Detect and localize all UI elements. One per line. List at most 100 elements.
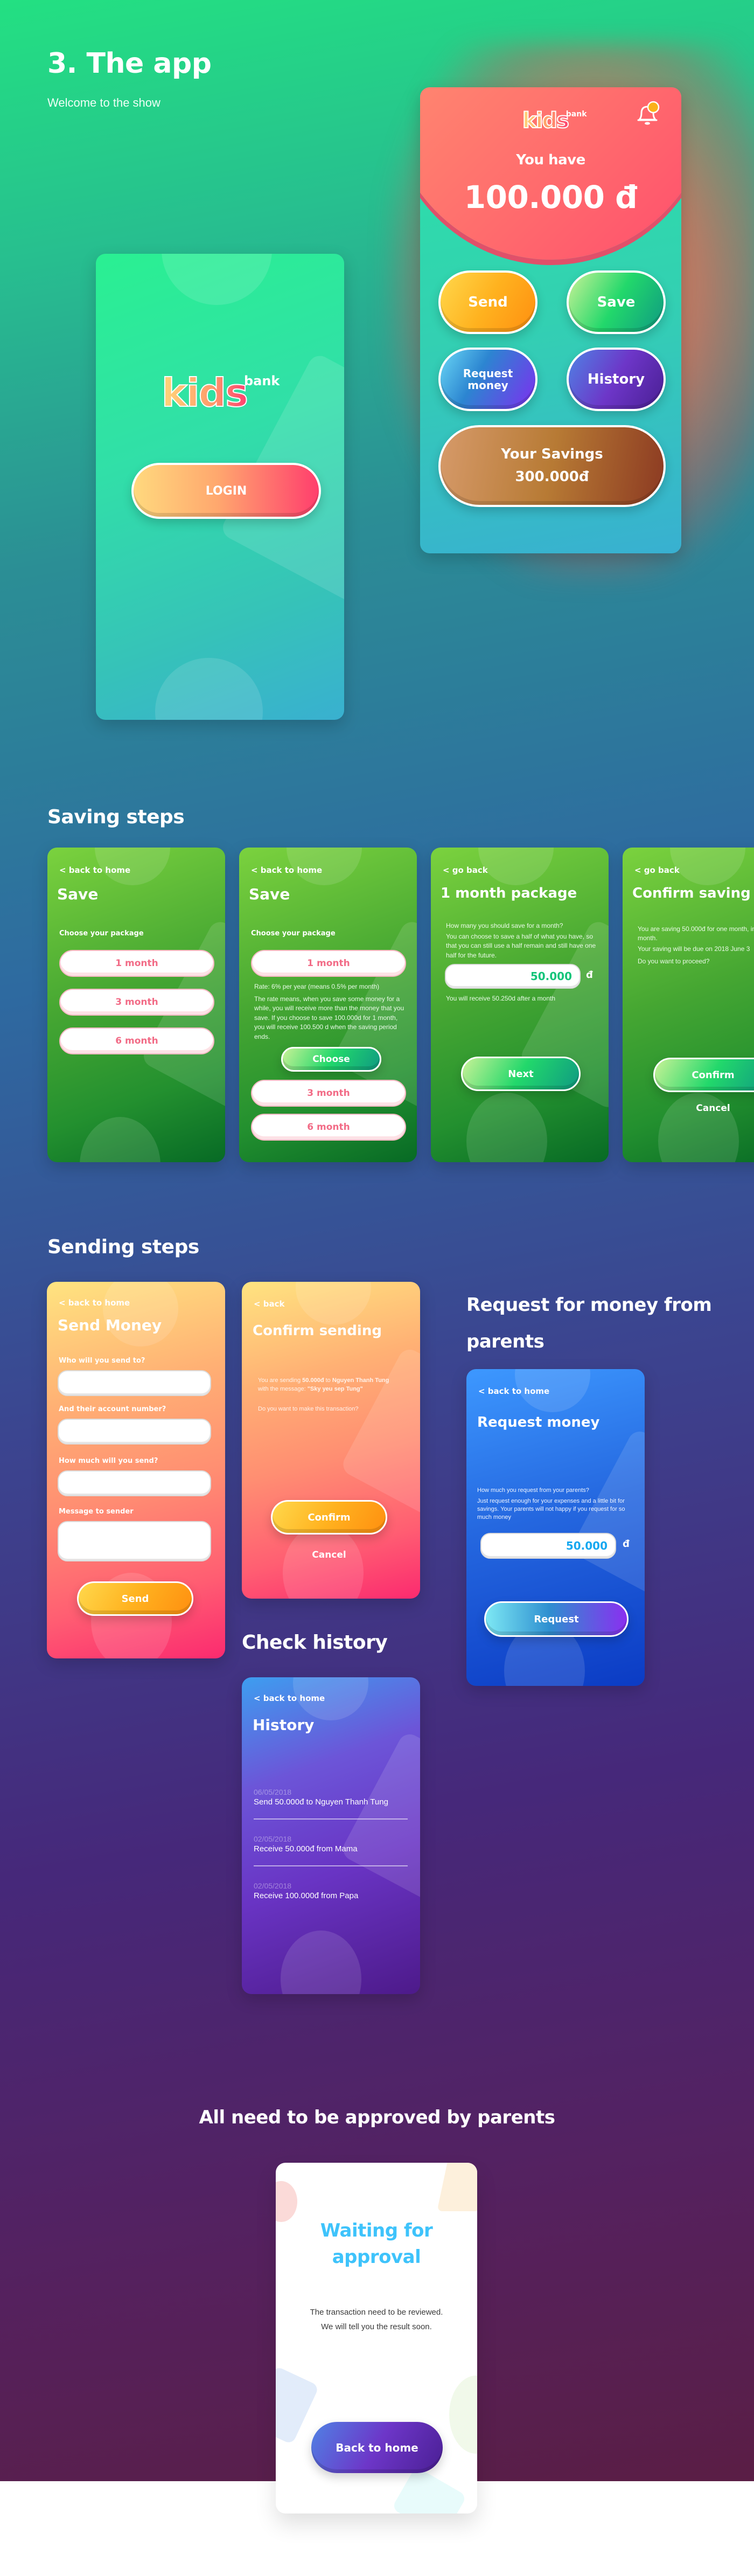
- amount-question: How many you should save for a month?: [446, 922, 563, 929]
- choose-button[interactable]: Choose: [281, 1047, 381, 1072]
- transaction-question: Do you want to make this transaction?: [258, 1406, 359, 1412]
- kids-bank-logo: kids bank: [161, 373, 280, 413]
- decor-circle: [276, 2181, 297, 2222]
- screen-title: Request money: [477, 1414, 600, 1431]
- request-money-heading: Request for money from parents: [466, 1294, 712, 1352]
- request-money-label-1: Request: [463, 367, 513, 380]
- page-title: 3. The app: [47, 47, 212, 80]
- option-6-month[interactable]: 6 month: [59, 1027, 214, 1054]
- screen-title: Send Money: [58, 1316, 162, 1334]
- savings-button[interactable]: Your Savings 300.000đ: [438, 425, 666, 507]
- back-to-home-link[interactable]: < back to home: [251, 865, 322, 875]
- approval-message: The transaction need to be reviewed. We …: [276, 2305, 477, 2334]
- approval-line-2: We will tell you the result soon.: [321, 2322, 432, 2331]
- history-screen: < back to home History 06/05/2018 Send 5…: [242, 1677, 420, 1994]
- send-button[interactable]: Send: [438, 270, 537, 334]
- confirm-saving-screen: < go back Confirm saving You are saving …: [623, 848, 754, 1162]
- package-label: Choose your package: [59, 929, 144, 938]
- package-label: Choose your package: [251, 929, 336, 938]
- package-amount-screen: < go back 1 month package How many you s…: [431, 848, 609, 1162]
- decor-shape: [339, 1345, 420, 1520]
- history-item[interactable]: 02/05/2018 Receive 50.000đ from Mama: [254, 1835, 407, 1853]
- decor-shape: [339, 1730, 420, 1905]
- divider: [254, 1818, 408, 1820]
- request-button[interactable]: Request: [484, 1601, 629, 1637]
- screen-title: Confirm sending: [253, 1323, 382, 1339]
- confirm-sending-screen: < back Confirm sending You are sending 5…: [242, 1282, 420, 1599]
- next-button[interactable]: Next: [461, 1057, 581, 1091]
- option-1-month-selected[interactable]: 1 month: [251, 950, 406, 977]
- back-to-home-link[interactable]: < back to home: [478, 1386, 549, 1396]
- cancel-button[interactable]: Cancel: [271, 1550, 387, 1560]
- summary-message: "Sky yeu sep Tung": [307, 1385, 363, 1392]
- decor-circle: [478, 848, 554, 885]
- option-6-month[interactable]: 6 month: [251, 1114, 406, 1141]
- confirm-line-1: You are saving 50.000đ for one month, in…: [638, 925, 754, 942]
- rate-text: Rate: 6% per year (means 0.5% per month): [254, 983, 380, 990]
- go-back-link[interactable]: < go back: [443, 865, 488, 875]
- savings-value: 300.000đ: [515, 469, 589, 485]
- decor-circle: [80, 1117, 160, 1162]
- back-to-home-link[interactable]: < back to home: [59, 865, 130, 875]
- confirm-button[interactable]: Confirm: [653, 1058, 754, 1092]
- back-to-home-link[interactable]: < back to home: [59, 1298, 130, 1308]
- option-3-month[interactable]: 3 month: [59, 989, 214, 1016]
- screen-title: Save: [249, 885, 290, 903]
- history-text: Receive 100.000đ from Papa: [254, 1891, 359, 1900]
- approval-heading: All need to be approved by parents: [199, 2107, 555, 2128]
- history-item[interactable]: 02/05/2018 Receive 100.000đ from Papa: [254, 1881, 407, 1900]
- page-subtitle: Welcome to the show: [47, 96, 160, 109]
- request-money-button[interactable]: Request money: [438, 348, 537, 411]
- request-question: How much you request from your parents?: [477, 1487, 589, 1494]
- divider: [254, 1865, 408, 1866]
- decor-circle: [162, 254, 272, 305]
- logo-bank: bank: [566, 110, 587, 119]
- approval-title: Waiting for approval: [276, 2218, 477, 2271]
- request-hint: Just request enough for your expenses an…: [477, 1498, 625, 1520]
- summary-amount: 50.000đ: [302, 1377, 324, 1384]
- decor-circle: [283, 1524, 364, 1599]
- account-number-input[interactable]: [58, 1419, 211, 1445]
- approval-line-1: The transaction need to be reviewed.: [310, 2308, 443, 2317]
- saving-steps-heading: Saving steps: [47, 806, 185, 828]
- message-input[interactable]: [58, 1521, 211, 1561]
- send-button[interactable]: Send: [77, 1581, 193, 1616]
- decor-shape: [437, 2163, 477, 2211]
- decor-circle: [296, 1282, 371, 1325]
- confirm-button[interactable]: Confirm: [271, 1500, 387, 1535]
- save-amount-input[interactable]: 50.000: [445, 964, 581, 989]
- kids-bank-logo: kids bank: [522, 109, 587, 132]
- approval-title-line-2: approval: [332, 2246, 421, 2268]
- request-money-screen: < back to home Request money How much yo…: [466, 1369, 645, 1686]
- cancel-button[interactable]: Cancel: [653, 1103, 754, 1114]
- recipient-input[interactable]: [58, 1370, 211, 1396]
- login-button[interactable]: LOGIN: [131, 463, 321, 519]
- screen-title: History: [253, 1716, 315, 1734]
- save-button[interactable]: Save: [567, 270, 666, 334]
- decor-shape: [391, 2466, 467, 2513]
- history-item[interactable]: 06/05/2018 Send 50.000đ to Nguyen Thanh …: [254, 1788, 407, 1807]
- amount-input[interactable]: [58, 1470, 211, 1496]
- screen-title: Save: [57, 885, 99, 903]
- send-money-screen: < back to home Send Money Who will you s…: [47, 1282, 225, 1658]
- request-amount-input[interactable]: 50.000: [480, 1533, 616, 1559]
- history-date: 02/05/2018: [254, 1881, 292, 1890]
- bell-icon[interactable]: [634, 100, 661, 127]
- save-package-screen: < back to home Save Choose your package …: [47, 848, 225, 1162]
- option-3-month[interactable]: 3 month: [251, 1080, 406, 1107]
- balance-value: 100.000 đ: [464, 179, 638, 216]
- history-text: Send 50.000đ to Nguyen Thanh Tung: [254, 1797, 388, 1807]
- history-button[interactable]: History: [567, 348, 666, 411]
- back-link[interactable]: < back: [254, 1299, 285, 1309]
- account-number-label: And their account number?: [59, 1405, 166, 1413]
- history-text: Receive 50.000đ from Mama: [254, 1844, 358, 1853]
- savings-label: Your Savings: [501, 446, 603, 463]
- history-date: 02/05/2018: [254, 1835, 292, 1843]
- history-date: 06/05/2018: [254, 1788, 292, 1796]
- back-to-home-button[interactable]: Back to home: [311, 2422, 443, 2473]
- sending-summary: You are sending 50.000đ to Nguyen Thanh …: [258, 1377, 399, 1394]
- go-back-link[interactable]: < go back: [634, 865, 680, 875]
- decor-circle: [670, 848, 745, 885]
- option-1-month[interactable]: 1 month: [59, 950, 214, 977]
- back-to-home-link[interactable]: < back to home: [254, 1693, 325, 1703]
